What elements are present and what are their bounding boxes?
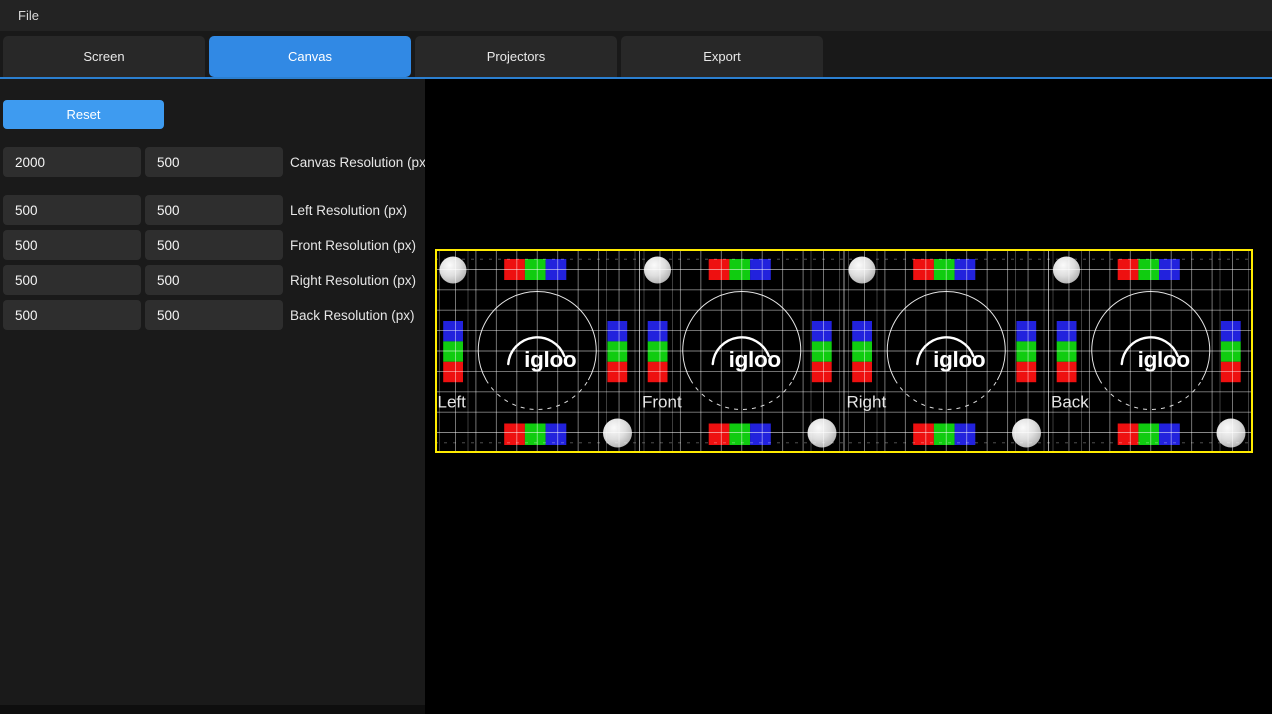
sphere-marker — [440, 257, 467, 284]
igloo-logo: igloo — [508, 337, 576, 372]
right-resolution-width-input[interactable] — [3, 265, 141, 295]
front-resolution-width-input[interactable] — [3, 230, 141, 260]
canvas-viewport: igloo Left igloo Front igloo Right igloo Back — [425, 79, 1272, 714]
pattern-section-back: igloo Back — [1051, 257, 1246, 448]
resolution-row-left: Left Resolution (px) — [3, 195, 425, 225]
section-label: Right — [847, 393, 887, 412]
resolution-row-label: Back Resolution (px) — [290, 308, 415, 323]
resolution-row-right: Right Resolution (px) — [3, 265, 425, 295]
resolution-row-label: Right Resolution (px) — [290, 273, 416, 288]
rgb-bar-horizontal — [1118, 424, 1180, 446]
igloo-logo: igloo — [917, 337, 985, 372]
rgb-bar-horizontal — [504, 424, 566, 446]
resolution-row-back: Back Resolution (px) — [3, 300, 425, 330]
menu-bar: File — [0, 0, 1272, 31]
canvas-test-pattern: igloo Left igloo Front igloo Right igloo Back — [435, 249, 1253, 453]
sidebar-panel: Reset Canvas Resolution (px) Left Resolut… — [0, 79, 425, 705]
resolution-row-label: Canvas Resolution (px) — [290, 155, 430, 170]
resolution-row-label: Left Resolution (px) — [290, 203, 407, 218]
section-label: Back — [1051, 393, 1089, 412]
rgb-bar-horizontal — [913, 424, 975, 446]
pattern-section-right: igloo Right — [847, 257, 1042, 448]
section-label: Left — [438, 393, 467, 412]
sphere-marker — [644, 257, 671, 284]
menu-file[interactable]: File — [0, 0, 57, 31]
tab-export[interactable]: Export — [621, 36, 823, 77]
back-resolution-width-input[interactable] — [3, 300, 141, 330]
sphere-marker — [1053, 257, 1080, 284]
sphere-marker — [849, 257, 876, 284]
section-label: Front — [642, 393, 682, 412]
right-resolution-height-input[interactable] — [145, 265, 283, 295]
reset-button[interactable]: Reset — [3, 100, 164, 129]
tab-canvas[interactable]: Canvas — [209, 36, 411, 77]
resolution-rows: Canvas Resolution (px) Left Resolution (p… — [0, 147, 425, 330]
canvas-resolution-height-input[interactable] — [145, 147, 283, 177]
canvas-resolution-width-input[interactable] — [3, 147, 141, 177]
tab-screen[interactable]: Screen — [3, 36, 205, 77]
front-resolution-height-input[interactable] — [145, 230, 283, 260]
grid-lines — [435, 249, 1253, 453]
igloo-logo: igloo — [713, 337, 781, 372]
pattern-section-front: igloo Front — [642, 257, 837, 448]
resolution-row-canvas: Canvas Resolution (px) — [3, 147, 425, 177]
back-resolution-height-input[interactable] — [145, 300, 283, 330]
left-resolution-height-input[interactable] — [145, 195, 283, 225]
resolution-row-front: Front Resolution (px) — [3, 230, 425, 260]
left-resolution-width-input[interactable] — [3, 195, 141, 225]
pattern-section-left: igloo Left — [438, 257, 633, 448]
tab-projectors[interactable]: Projectors — [415, 36, 617, 77]
sidebar-footer — [0, 705, 425, 714]
rgb-bar-horizontal — [709, 424, 771, 446]
resolution-row-label: Front Resolution (px) — [290, 238, 416, 253]
tab-bar: ScreenCanvasProjectorsExport — [0, 31, 1272, 79]
igloo-logo: igloo — [1122, 337, 1190, 372]
